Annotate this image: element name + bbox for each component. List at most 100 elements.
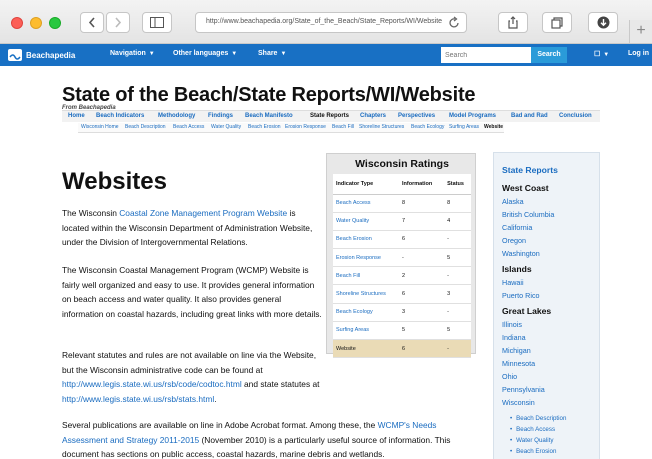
subtab-beach-ecology[interactable]: Beach Ecology (411, 124, 444, 130)
tab-beach-manifesto[interactable]: Beach Manifesto (245, 113, 293, 119)
sidebar-item-wisconsin[interactable]: Wisconsin (502, 398, 535, 407)
admin-code-link[interactable]: http://www.legis.state.wi.us/rsb/code/co… (62, 379, 242, 389)
tab-conclusion[interactable]: Conclusion (559, 113, 592, 119)
new-tab-button[interactable]: + (629, 20, 652, 43)
reload-button[interactable] (448, 16, 460, 34)
subtab-water-quality[interactable]: Water Quality (211, 124, 241, 130)
status-score: 3 (444, 284, 471, 304)
sidebar-item-ohio[interactable]: Ohio (502, 372, 517, 381)
sidebar-item-indiana[interactable]: Indiana (502, 333, 526, 342)
column-header: Indicator Type (333, 174, 399, 195)
sidebar-item-minnesota[interactable]: Minnesota (502, 359, 535, 368)
information-score: 6 (399, 230, 445, 250)
sidebar-subitem-beach-access[interactable]: Beach Access (510, 426, 555, 433)
login-link[interactable]: Log in (628, 50, 649, 57)
paragraph-3: Relevant statutes and rules are not avai… (62, 348, 324, 406)
url-text[interactable]: http://www.beachapedia.org/State_of_the_… (206, 18, 442, 25)
search-button[interactable]: Search (531, 47, 567, 63)
tab-state-reports[interactable]: State Reports (310, 113, 349, 119)
subtab-beach-fill[interactable]: Beach Fill (332, 124, 354, 130)
status-score: 4 (444, 212, 471, 231)
subtab-erosion-response[interactable]: Erosion Response (285, 124, 326, 130)
state-statutes-link[interactable]: http://www.legis.state.wi.us/rsb/stats.h… (62, 394, 214, 404)
table-row: Shoreline Structures 6 3 (333, 284, 471, 304)
indicator-link[interactable]: Water Quality (333, 212, 399, 231)
close-window-button[interactable] (11, 17, 23, 29)
sidebar-item-pennsylvania[interactable]: Pennsylvania (502, 385, 545, 394)
tab-chapters[interactable]: Chapters (360, 113, 386, 119)
sidebar-item-british-columbia[interactable]: British Columbia (502, 210, 554, 219)
subtab-wisconsin-home[interactable]: Wisconsin Home (81, 124, 119, 130)
table-row: Surfing Areas 5 5 (333, 321, 471, 341)
sidebar-subitem-water-quality[interactable]: Water Quality (510, 437, 553, 444)
indicator-link[interactable]: Beach Fill (333, 266, 399, 286)
ratings-table: Indicator Type Information Status Beach … (333, 174, 471, 359)
table-row: Beach Access 8 8 (333, 194, 471, 213)
information-score: 6 (399, 284, 445, 304)
subtab-shoreline-structures[interactable]: Shoreline Structures (359, 124, 404, 130)
sidebar-item-alaska[interactable]: Alaska (502, 197, 524, 206)
other-languages-label: Other languages (173, 50, 229, 57)
zoom-window-button[interactable] (49, 17, 61, 29)
information-score: 3 (399, 303, 445, 322)
caret-down-icon: ▼ (280, 51, 287, 57)
sidebar-item-california[interactable]: California (502, 223, 532, 232)
minimize-window-button[interactable] (30, 17, 42, 29)
sidebar-item-oregon[interactable]: Oregon (502, 236, 526, 245)
downloads-button[interactable] (588, 12, 618, 33)
state-reports-sidebar: State Reports West Coast Alaska British … (493, 152, 600, 459)
subtab-website[interactable]: Website (484, 124, 503, 130)
sidebar-subitem-beach-description[interactable]: Beach Description (510, 415, 566, 422)
sidebar-toggle-button[interactable] (142, 12, 172, 33)
indicator-link[interactable]: Erosion Response (333, 248, 399, 268)
other-languages-menu[interactable]: Other languages ▼ (173, 50, 237, 57)
tab-beach-indicators[interactable]: Beach Indicators (96, 113, 144, 119)
sidebar-title-link[interactable]: State Reports (502, 165, 558, 175)
indicator-link[interactable]: Surfing Areas (333, 321, 399, 341)
sidebar-subitem-beach-erosion[interactable]: Beach Erosion (510, 448, 556, 455)
user-menu[interactable]: ☐ ▼ (594, 50, 609, 58)
address-bar[interactable]: http://www.beachapedia.org/State_of_the_… (195, 12, 467, 33)
state-subtabs: Wisconsin Home Beach Description Beach A… (78, 123, 504, 133)
sidebar-item-illinois[interactable]: Illinois (502, 320, 522, 329)
show-tabs-button[interactable] (542, 12, 572, 33)
tab-bad-and-rad[interactable]: Bad and Rad (511, 113, 548, 119)
back-button[interactable] (80, 12, 104, 33)
information-score: 5 (399, 321, 445, 341)
sidebar-item-michigan[interactable]: Michigan (502, 346, 531, 355)
table-header-row: Indicator Type Information Status (333, 174, 471, 195)
sidebar-heading-islands: Islands (502, 264, 532, 274)
status-score: 5 (444, 321, 471, 341)
ratings-title: Wisconsin Ratings (355, 158, 449, 170)
subtab-surfing-areas[interactable]: Surfing Areas (449, 124, 479, 130)
subtab-beach-erosion[interactable]: Beach Erosion (248, 124, 281, 130)
site-nav-bar: Beachapedia Navigation ▼ Other languages ▼… (0, 44, 652, 66)
forward-button[interactable] (106, 12, 130, 33)
sidebar-item-washington[interactable]: Washington (502, 249, 540, 258)
status-score: - (444, 339, 471, 359)
subtab-beach-access[interactable]: Beach Access (173, 124, 204, 130)
tab-model-programs[interactable]: Model Programs (449, 113, 496, 119)
text: The Wisconsin (62, 208, 120, 218)
share-menu[interactable]: Share ▼ (258, 50, 286, 57)
indicator-link[interactable]: Shoreline Structures (333, 284, 399, 304)
share-button[interactable] (498, 12, 528, 33)
tab-findings[interactable]: Findings (208, 113, 233, 119)
site-brand[interactable]: Beachapedia (8, 49, 75, 61)
subtab-beach-description[interactable]: Beach Description (125, 124, 166, 130)
caret-down-icon: ▼ (603, 52, 610, 58)
sidebar-item-hawaii[interactable]: Hawaii (502, 278, 524, 287)
caret-down-icon: ▼ (231, 51, 238, 57)
navigation-menu[interactable]: Navigation ▼ (110, 50, 155, 57)
indicator-link[interactable]: Beach Access (333, 194, 399, 213)
indicator-link[interactable]: Beach Ecology (333, 303, 399, 322)
tab-perspectives[interactable]: Perspectives (398, 113, 435, 119)
tab-methodology[interactable]: Methodology (158, 113, 195, 119)
tab-home[interactable]: Home (68, 113, 85, 119)
page-title: State of the Beach/State Reports/WI/Webs… (62, 84, 476, 106)
czmp-website-link[interactable]: Coastal Zone Management Program Website (119, 208, 287, 218)
sidebar-item-puerto-rico[interactable]: Puerto Rico (502, 291, 540, 300)
search-input[interactable] (441, 47, 531, 63)
indicator-link[interactable]: Beach Erosion (333, 230, 399, 250)
status-score: 8 (444, 194, 471, 213)
